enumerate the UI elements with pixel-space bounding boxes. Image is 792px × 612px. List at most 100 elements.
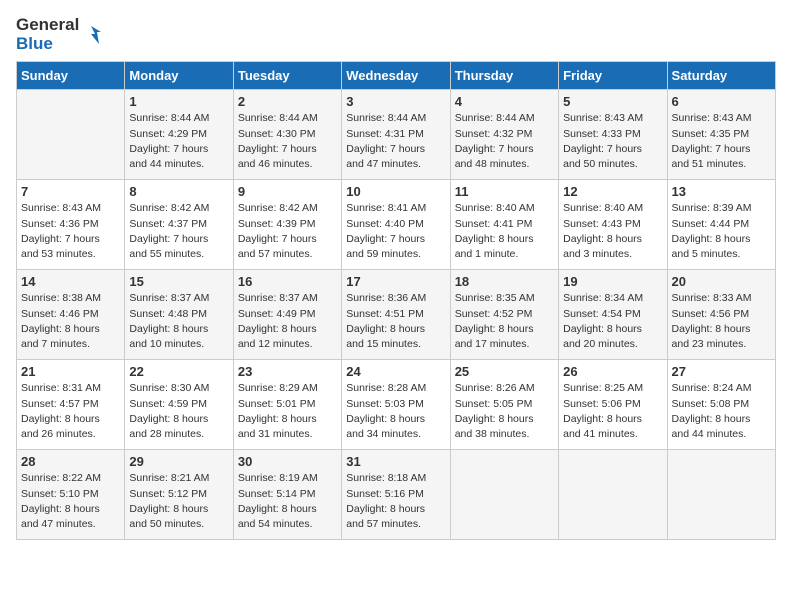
day-number: 15 xyxy=(129,274,228,289)
day-info-line: Daylight: 7 hours xyxy=(129,232,228,247)
day-info-line: Daylight: 8 hours xyxy=(129,412,228,427)
day-info-line: Sunrise: 8:24 AM xyxy=(672,381,771,396)
day-info: Sunrise: 8:43 AMSunset: 4:35 PMDaylight:… xyxy=(672,111,771,172)
day-info-line: Sunrise: 8:44 AM xyxy=(129,111,228,126)
day-info-line: and 17 minutes. xyxy=(455,337,554,352)
calendar-cell: 24Sunrise: 8:28 AMSunset: 5:03 PMDayligh… xyxy=(342,360,450,450)
day-info-line: and 41 minutes. xyxy=(563,427,662,442)
day-info-line: Sunset: 5:08 PM xyxy=(672,397,771,412)
header-day-wednesday: Wednesday xyxy=(342,62,450,90)
day-info-line: Sunset: 4:46 PM xyxy=(21,307,120,322)
day-info-line: Daylight: 8 hours xyxy=(563,412,662,427)
day-info: Sunrise: 8:44 AMSunset: 4:30 PMDaylight:… xyxy=(238,111,337,172)
logo-blue: Blue xyxy=(16,35,79,54)
calendar-cell: 7Sunrise: 8:43 AMSunset: 4:36 PMDaylight… xyxy=(17,180,125,270)
day-number: 9 xyxy=(238,184,337,199)
day-info-line: Daylight: 7 hours xyxy=(238,142,337,157)
day-number: 30 xyxy=(238,454,337,469)
day-info-line: Sunset: 5:14 PM xyxy=(238,487,337,502)
calendar-header-row: SundayMondayTuesdayWednesdayThursdayFrid… xyxy=(17,62,776,90)
day-number: 8 xyxy=(129,184,228,199)
day-info-line: and 57 minutes. xyxy=(238,247,337,262)
day-number: 16 xyxy=(238,274,337,289)
calendar-cell: 21Sunrise: 8:31 AMSunset: 4:57 PMDayligh… xyxy=(17,360,125,450)
day-info-line: Sunrise: 8:19 AM xyxy=(238,471,337,486)
day-info-line: Sunrise: 8:35 AM xyxy=(455,291,554,306)
day-info: Sunrise: 8:33 AMSunset: 4:56 PMDaylight:… xyxy=(672,291,771,352)
day-number: 22 xyxy=(129,364,228,379)
day-info-line: Daylight: 8 hours xyxy=(21,412,120,427)
calendar-cell xyxy=(667,450,775,540)
day-number: 11 xyxy=(455,184,554,199)
calendar-cell: 27Sunrise: 8:24 AMSunset: 5:08 PMDayligh… xyxy=(667,360,775,450)
calendar-table: SundayMondayTuesdayWednesdayThursdayFrid… xyxy=(16,61,776,540)
day-info: Sunrise: 8:41 AMSunset: 4:40 PMDaylight:… xyxy=(346,201,445,262)
day-info-line: Sunset: 4:32 PM xyxy=(455,127,554,142)
day-info-line: and 51 minutes. xyxy=(672,157,771,172)
day-info-line: Sunrise: 8:18 AM xyxy=(346,471,445,486)
calendar-cell: 1Sunrise: 8:44 AMSunset: 4:29 PMDaylight… xyxy=(125,90,233,180)
day-info: Sunrise: 8:30 AMSunset: 4:59 PMDaylight:… xyxy=(129,381,228,442)
day-info-line: and 1 minute. xyxy=(455,247,554,262)
calendar-cell: 16Sunrise: 8:37 AMSunset: 4:49 PMDayligh… xyxy=(233,270,341,360)
day-info-line: Sunset: 4:51 PM xyxy=(346,307,445,322)
calendar-cell: 26Sunrise: 8:25 AMSunset: 5:06 PMDayligh… xyxy=(559,360,667,450)
day-info-line: Sunset: 4:35 PM xyxy=(672,127,771,142)
day-number: 27 xyxy=(672,364,771,379)
day-info-line: Sunrise: 8:43 AM xyxy=(21,201,120,216)
calendar-week-2: 7 Sunrise: 8:43 AMSunset: 4:36 PM Daylight… xyxy=(17,180,776,270)
day-info-line: and 10 minutes. xyxy=(129,337,228,352)
day-number: 21 xyxy=(21,364,120,379)
day-info-line: and 38 minutes. xyxy=(455,427,554,442)
day-info: Sunrise: 8:19 AMSunset: 5:14 PMDaylight:… xyxy=(238,471,337,532)
day-info: Sunrise: 8:38 AMSunset: 4:46 PMDaylight:… xyxy=(21,291,120,352)
day-info-line: Sunset: 4:44 PM xyxy=(672,217,771,232)
day-info-line: and 48 minutes. xyxy=(455,157,554,172)
day-info-line: Daylight: 8 hours xyxy=(346,322,445,337)
day-info: Sunrise: 8:28 AMSunset: 5:03 PMDaylight:… xyxy=(346,381,445,442)
day-info: Sunrise: 8:44 AMSunset: 4:29 PMDaylight:… xyxy=(129,111,228,172)
day-info-line: Sunset: 4:37 PM xyxy=(129,217,228,232)
day-number: 25 xyxy=(455,364,554,379)
day-info: Sunrise: 8:36 AMSunset: 4:51 PMDaylight:… xyxy=(346,291,445,352)
day-info-line: Daylight: 8 hours xyxy=(455,232,554,247)
day-info-line: Sunset: 4:57 PM xyxy=(21,397,120,412)
day-number: 13 xyxy=(672,184,771,199)
day-info-line: Sunset: 5:05 PM xyxy=(455,397,554,412)
day-info-line: Sunrise: 8:42 AM xyxy=(238,201,337,216)
day-info-line: Daylight: 8 hours xyxy=(672,322,771,337)
day-number: 17 xyxy=(346,274,445,289)
day-info-line: Sunrise: 8:43 AM xyxy=(563,111,662,126)
calendar-cell: 29Sunrise: 8:21 AMSunset: 5:12 PMDayligh… xyxy=(125,450,233,540)
day-info-line: Sunset: 4:36 PM xyxy=(21,217,120,232)
day-info-line: and 53 minutes. xyxy=(21,247,120,262)
day-info-line: Daylight: 7 hours xyxy=(129,142,228,157)
day-info-line: and 47 minutes. xyxy=(21,517,120,532)
calendar-cell xyxy=(450,450,558,540)
day-info-line: and 28 minutes. xyxy=(129,427,228,442)
calendar-cell: 11Sunrise: 8:40 AMSunset: 4:41 PMDayligh… xyxy=(450,180,558,270)
day-info-line: and 57 minutes. xyxy=(346,517,445,532)
day-info-line: Sunset: 4:52 PM xyxy=(455,307,554,322)
calendar-cell: 25Sunrise: 8:26 AMSunset: 5:05 PMDayligh… xyxy=(450,360,558,450)
day-info: Sunrise: 8:44 AMSunset: 4:31 PMDaylight:… xyxy=(346,111,445,172)
day-info-line: Daylight: 8 hours xyxy=(21,502,120,517)
header-day-sunday: Sunday xyxy=(17,62,125,90)
day-info-line: Daylight: 7 hours xyxy=(346,232,445,247)
calendar-cell: 5Sunrise: 8:43 AMSunset: 4:33 PMDaylight… xyxy=(559,90,667,180)
day-info-line: and 59 minutes. xyxy=(346,247,445,262)
day-info-line: Sunset: 4:31 PM xyxy=(346,127,445,142)
header-day-tuesday: Tuesday xyxy=(233,62,341,90)
day-info-line: Sunrise: 8:30 AM xyxy=(129,381,228,396)
day-info-line: Sunrise: 8:33 AM xyxy=(672,291,771,306)
day-info-line: and 26 minutes. xyxy=(21,427,120,442)
day-number: 7 xyxy=(21,184,120,199)
page-header: General Blue xyxy=(16,16,776,53)
day-info-line: Daylight: 7 hours xyxy=(563,142,662,157)
day-info-line: Sunrise: 8:44 AM xyxy=(346,111,445,126)
day-info-line: Sunrise: 8:37 AM xyxy=(238,291,337,306)
day-info-line: Daylight: 7 hours xyxy=(455,142,554,157)
day-info-line: Sunrise: 8:29 AM xyxy=(238,381,337,396)
day-info-line: and 34 minutes. xyxy=(346,427,445,442)
day-info-line: Sunset: 4:39 PM xyxy=(238,217,337,232)
